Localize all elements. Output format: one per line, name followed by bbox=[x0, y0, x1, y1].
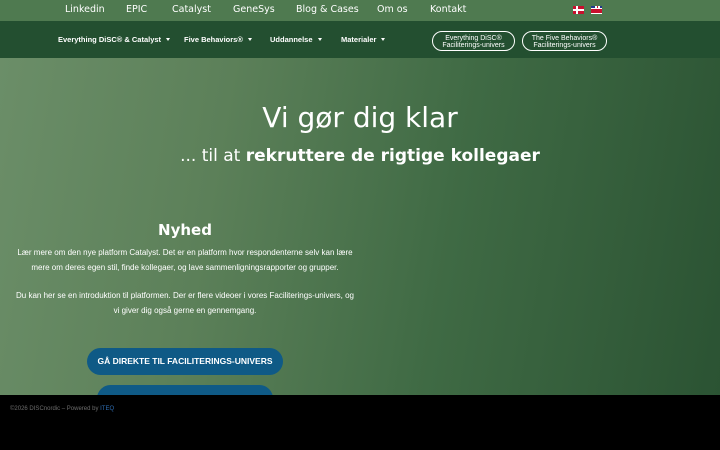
faciliterings-univers-button[interactable]: GÅ DIREKTE TIL FACILITERINGS-UNIVERS bbox=[87, 348, 283, 375]
chevron-down-icon bbox=[166, 37, 171, 41]
nav-item-label: Everything DiSC® & Catalyst bbox=[58, 35, 162, 44]
news-heading: Nyhed bbox=[158, 221, 212, 239]
hero-title: Vi gør dig klar bbox=[262, 101, 458, 134]
hero-subtitle-prefix: ... til at bbox=[180, 146, 246, 166]
news-paragraph-1: Lær mere om den nye platform Catalyst. D… bbox=[17, 248, 353, 272]
topbar-link-kontakt[interactable]: Kontakt bbox=[430, 4, 466, 15]
hero-subtitle: ... til at rekruttere de rigtige kollega… bbox=[0, 146, 720, 166]
pill-line-2: Faciliterings-univers bbox=[533, 42, 596, 49]
danish-flag-icon[interactable] bbox=[573, 6, 584, 14]
nav-item-everything-disc[interactable]: Everything DiSC® & Catalyst bbox=[58, 35, 171, 44]
topbar-link-blog-cases[interactable]: Blog & Cases bbox=[296, 4, 359, 15]
chevron-down-icon bbox=[247, 37, 252, 41]
pill-line-1: The Five Behaviors® bbox=[531, 34, 598, 42]
copyright-text: ©2026 DISCnordic – Powered by ITEQ bbox=[10, 406, 114, 412]
topbar-link-epic[interactable]: EPIC bbox=[126, 4, 147, 15]
secondary-cta-button[interactable] bbox=[97, 385, 273, 395]
iteq-link[interactable]: ITEQ bbox=[100, 406, 114, 412]
five-behaviors-univers-button[interactable]: The Five Behaviors® Faciliterings-univer… bbox=[522, 31, 607, 51]
pill-line-2: Faciliterings-univers bbox=[442, 42, 505, 49]
topbar-link-catalyst[interactable]: Catalyst bbox=[172, 4, 211, 15]
hero-section: Vi gør dig klar ... til at rekruttere de… bbox=[0, 58, 720, 395]
topbar-link-om-os[interactable]: Om os bbox=[377, 4, 408, 15]
news-paragraph-2: Du kan her se en introduktion til platfo… bbox=[16, 291, 354, 315]
nav-item-label: Materialer bbox=[341, 35, 377, 44]
nav-item-uddannelse[interactable]: Uddannelse bbox=[270, 35, 322, 44]
topbar-link-linkedin[interactable]: Linkedin bbox=[65, 4, 105, 15]
copyright-label: ©2026 DISCnordic – Powered by bbox=[10, 406, 101, 412]
pill-line-1: Everything DiSC® bbox=[445, 34, 502, 42]
footer: ©2026 DISCnordic – Powered by ITEQ bbox=[0, 395, 720, 450]
nav-item-label: Five Behaviors® bbox=[184, 35, 243, 44]
top-bar: Linkedin EPIC Catalyst GeneSys Blog & Ca… bbox=[0, 0, 720, 21]
uk-flag-icon[interactable] bbox=[591, 6, 602, 14]
hero-subtitle-strong: rekruttere de rigtige kollegaer bbox=[245, 146, 540, 166]
nav-item-five-behaviors[interactable]: Five Behaviors® bbox=[184, 35, 252, 44]
main-navigation: Everything DiSC® & Catalyst Five Behavio… bbox=[0, 21, 720, 58]
topbar-link-genesys[interactable]: GeneSys bbox=[233, 4, 275, 15]
chevron-down-icon bbox=[381, 37, 386, 41]
everything-disc-univers-button[interactable]: Everything DiSC® Faciliterings-univers bbox=[432, 31, 515, 51]
nav-item-label: Uddannelse bbox=[270, 35, 313, 44]
chevron-down-icon bbox=[317, 37, 322, 41]
nav-item-materialer[interactable]: Materialer bbox=[341, 35, 386, 44]
